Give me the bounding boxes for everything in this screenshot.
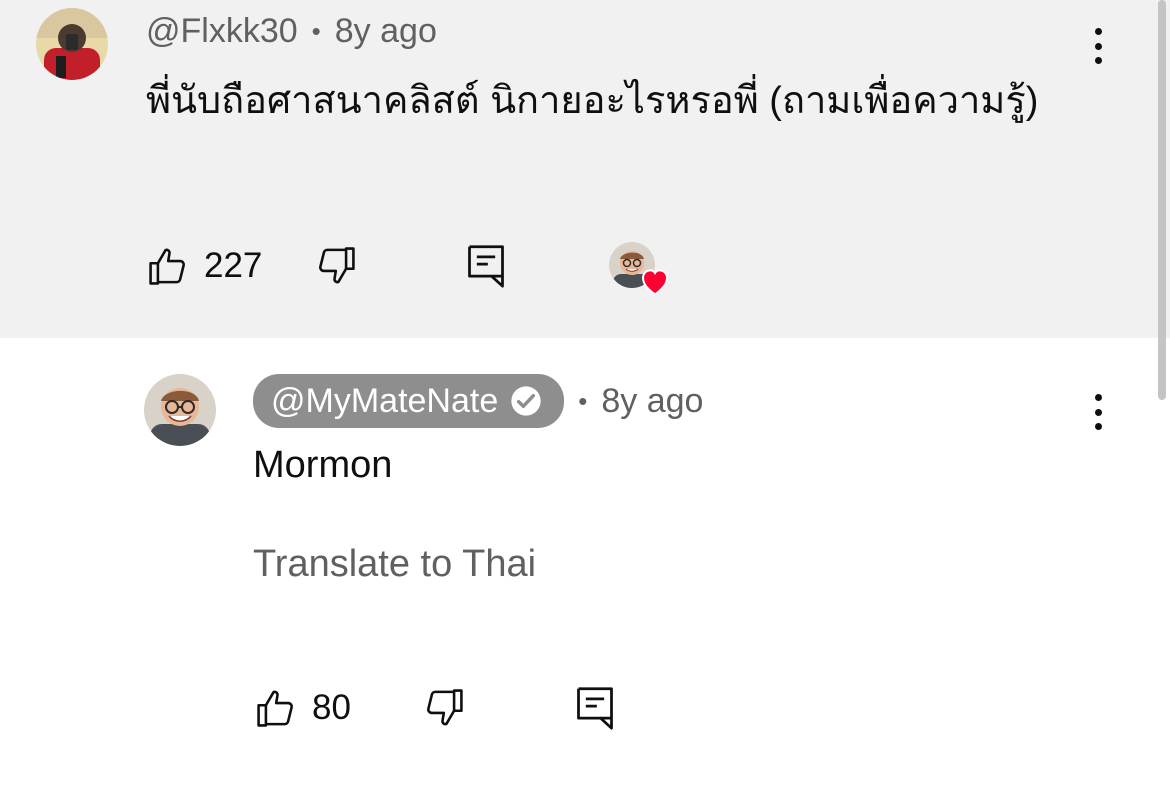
- thumbs-up-icon: [257, 690, 293, 727]
- thumbs-down-icon: [319, 247, 355, 284]
- comment-text: พี่นับถือศาสนาคลิสต์ นิกายอะไรหรอพี่ (ถา…: [146, 80, 1039, 122]
- comment-reply-icon: [468, 245, 504, 288]
- more-vert-icon: [1094, 394, 1102, 401]
- meta-separator: •: [578, 385, 588, 416]
- creator-reply: @MyMateNate • 8y ago Mormon Translate to…: [0, 338, 1170, 788]
- creator-heart: [609, 242, 671, 298]
- verified-check-icon: [511, 386, 541, 416]
- comment-time: 8y ago: [334, 12, 437, 50]
- like-count: 80: [312, 688, 351, 727]
- reply-text: Mormon: [253, 444, 393, 486]
- scrollbar[interactable]: [1158, 0, 1166, 400]
- thumbs-up-icon: [149, 248, 185, 285]
- reply-menu-button[interactable]: [1083, 390, 1113, 434]
- reply-author: @MyMateNate: [271, 381, 499, 420]
- thumbs-down-icon: [427, 689, 463, 726]
- more-vert-dot: [1094, 42, 1102, 50]
- more-vert-icon: [1094, 28, 1102, 35]
- reply-button[interactable]: [464, 242, 508, 290]
- more-vert-dot: [1094, 57, 1102, 64]
- comment-reply-icon: [577, 687, 613, 730]
- meta-separator: •: [311, 16, 321, 46]
- comment-menu-button[interactable]: [1083, 24, 1113, 68]
- comment-meta: @Flxkk30 • 8y ago: [146, 12, 437, 51]
- creator-handle-badge[interactable]: @MyMateNate: [253, 374, 565, 428]
- highlighted-comment: @Flxkk30 • 8y ago พี่นับถือศาสนาคลิสต์ น…: [0, 0, 1170, 338]
- translate-link[interactable]: Translate to Thai: [253, 543, 536, 586]
- reply-button[interactable]: [573, 684, 617, 732]
- dislike-button[interactable]: [422, 686, 466, 730]
- more-vert-dot: [1094, 423, 1102, 430]
- reply-author-avatar[interactable]: [144, 374, 216, 446]
- reply-time: 8y ago: [601, 381, 704, 420]
- comment-author[interactable]: @Flxkk30: [146, 12, 298, 51]
- dislike-button[interactable]: [314, 244, 358, 288]
- like-button[interactable]: 80: [254, 686, 351, 730]
- heart-icon: [641, 269, 669, 296]
- reply-meta: @MyMateNate • 8y ago: [253, 374, 703, 428]
- commenter-avatar[interactable]: [36, 8, 108, 80]
- more-vert-dot: [1094, 408, 1102, 416]
- like-count: 227: [204, 246, 263, 285]
- like-button[interactable]: 227: [146, 244, 262, 288]
